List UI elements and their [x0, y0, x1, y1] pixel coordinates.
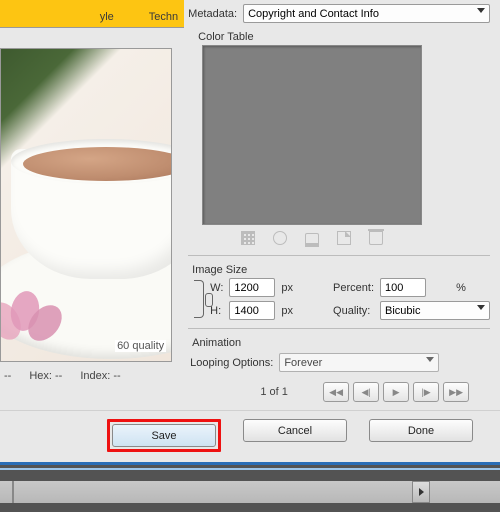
dialog-button-row: Save Cancel Done [0, 410, 500, 462]
first-frame-button[interactable]: ◀◀ [323, 382, 349, 402]
image-preview[interactable] [0, 48, 172, 362]
tutorial-highlight: Save [107, 419, 221, 452]
quality-dropdown[interactable]: Bicubic [380, 301, 490, 320]
shift-color-icon[interactable] [273, 231, 287, 245]
snap-grid-icon[interactable] [241, 231, 255, 245]
link-dimensions-icon[interactable] [194, 280, 204, 318]
chevron-down-icon [477, 305, 485, 310]
percent-label: Percent: [333, 282, 374, 294]
height-unit: px [281, 305, 293, 317]
quality-label: Quality: [333, 305, 374, 317]
frame-counter: 1 of 1 [229, 386, 319, 398]
width-field[interactable]: 1200 [229, 278, 275, 297]
width-label: W: [210, 282, 223, 294]
looping-dropdown[interactable]: Forever [279, 353, 439, 372]
status-r: -- [4, 370, 11, 382]
next-frame-button[interactable]: |▶ [413, 382, 439, 402]
new-color-icon[interactable] [337, 231, 351, 245]
save-button[interactable]: Save [112, 424, 216, 447]
status-hex: Hex: -- [29, 370, 62, 382]
play-icon [419, 488, 424, 496]
preview-content [1, 49, 171, 361]
metadata-value: Copyright and Contact Info [248, 8, 379, 20]
play-button[interactable]: ▶ [383, 382, 409, 402]
done-button[interactable]: Done [369, 419, 473, 442]
document-header-bar: yle Techn [0, 0, 184, 28]
lock-icon[interactable] [305, 233, 319, 247]
looping-value: Forever [284, 357, 322, 369]
color-table-swatch-area[interactable] [202, 45, 422, 225]
image-size-label: Image Size [192, 264, 490, 276]
animation-label: Animation [192, 337, 490, 349]
trash-icon[interactable] [369, 231, 383, 245]
metadata-label: Metadata: [188, 8, 237, 20]
last-frame-button[interactable]: ▶▶ [443, 382, 469, 402]
metadata-dropdown[interactable]: Copyright and Contact Info [243, 4, 490, 23]
looping-label: Looping Options: [190, 357, 273, 369]
status-index: Index: -- [80, 370, 120, 382]
cancel-button[interactable]: Cancel [243, 419, 347, 442]
prev-frame-button[interactable]: ◀| [353, 382, 379, 402]
height-field[interactable]: 1400 [229, 301, 275, 320]
percent-field[interactable]: 100 [380, 278, 426, 297]
status-bar: -- Hex: -- Index: -- [0, 370, 121, 382]
quality-value: Bicubic [385, 305, 420, 317]
chevron-down-icon [426, 357, 434, 362]
chevron-down-icon [477, 8, 485, 13]
percent-unit: % [456, 282, 490, 294]
height-label: H: [210, 305, 223, 317]
timeline-panel [0, 462, 500, 512]
preview-quality-label: 60 quality [115, 340, 166, 352]
color-table-label: Color Table [198, 31, 490, 43]
header-text-right: Techn [149, 11, 178, 23]
header-text-left: yle [100, 11, 114, 23]
width-unit: px [281, 282, 293, 294]
